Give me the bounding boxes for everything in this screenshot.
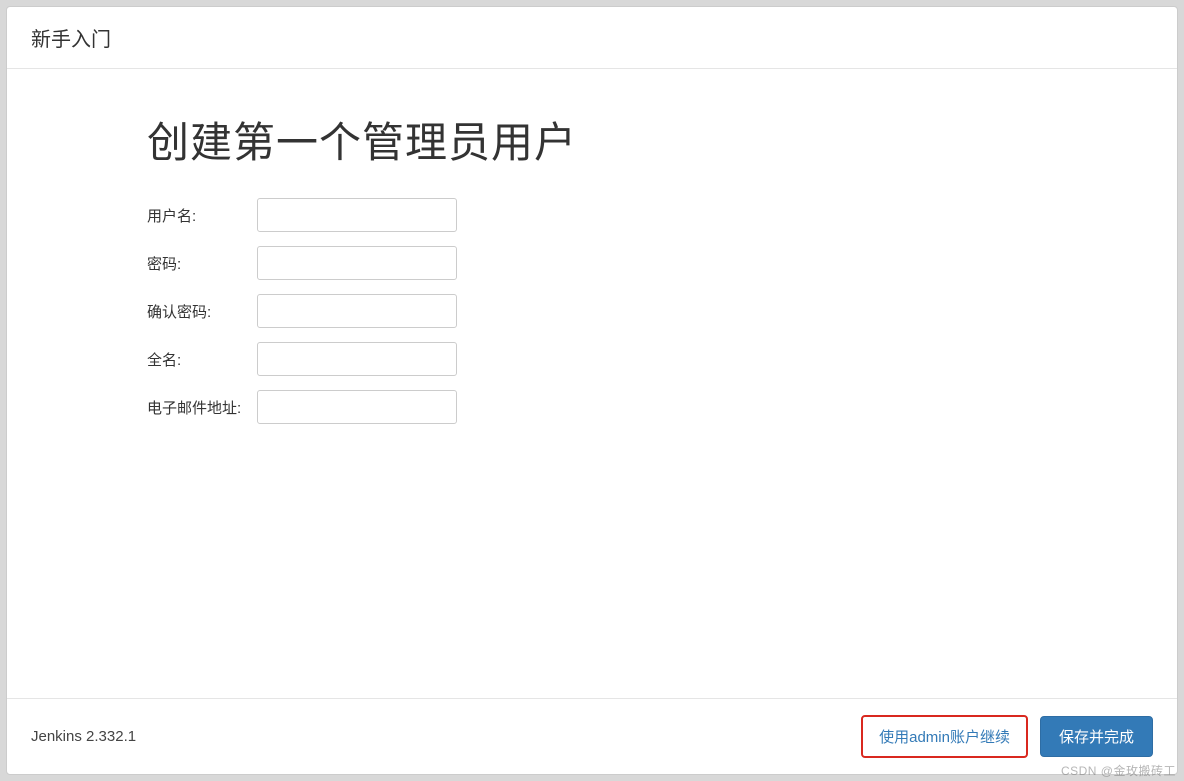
setup-wizard-modal: 新手入门 创建第一个管理员用户 用户名: 密码: 确认密码: 全名: 电子邮件地… <box>6 6 1178 775</box>
email-label: 电子邮件地址: <box>147 397 257 418</box>
form-row-confirm-password: 确认密码: <box>147 294 1177 328</box>
page-title: 创建第一个管理员用户 <box>147 109 1177 170</box>
password-input[interactable] <box>257 246 457 280</box>
confirm-password-label: 确认密码: <box>147 301 257 322</box>
modal-footer: Jenkins 2.332.1 使用admin账户继续 保存并完成 <box>7 698 1177 774</box>
confirm-password-input[interactable] <box>257 294 457 328</box>
skip-admin-button[interactable]: 使用admin账户继续 <box>861 715 1028 758</box>
footer-actions: 使用admin账户继续 保存并完成 <box>861 715 1153 758</box>
username-label: 用户名: <box>147 205 257 226</box>
password-label: 密码: <box>147 253 257 274</box>
fullname-input[interactable] <box>257 342 457 376</box>
username-input[interactable] <box>257 198 457 232</box>
email-input[interactable] <box>257 390 457 424</box>
modal-header-title: 新手入门 <box>31 23 1153 52</box>
jenkins-version: Jenkins 2.332.1 <box>31 728 136 745</box>
modal-header: 新手入门 <box>7 7 1177 69</box>
form-row-password: 密码: <box>147 246 1177 280</box>
fullname-label: 全名: <box>147 349 257 370</box>
form-row-username: 用户名: <box>147 198 1177 232</box>
save-and-finish-button[interactable]: 保存并完成 <box>1040 716 1153 757</box>
form-row-fullname: 全名: <box>147 342 1177 376</box>
form-row-email: 电子邮件地址: <box>147 390 1177 424</box>
modal-body: 创建第一个管理员用户 用户名: 密码: 确认密码: 全名: 电子邮件地址: <box>7 69 1177 698</box>
